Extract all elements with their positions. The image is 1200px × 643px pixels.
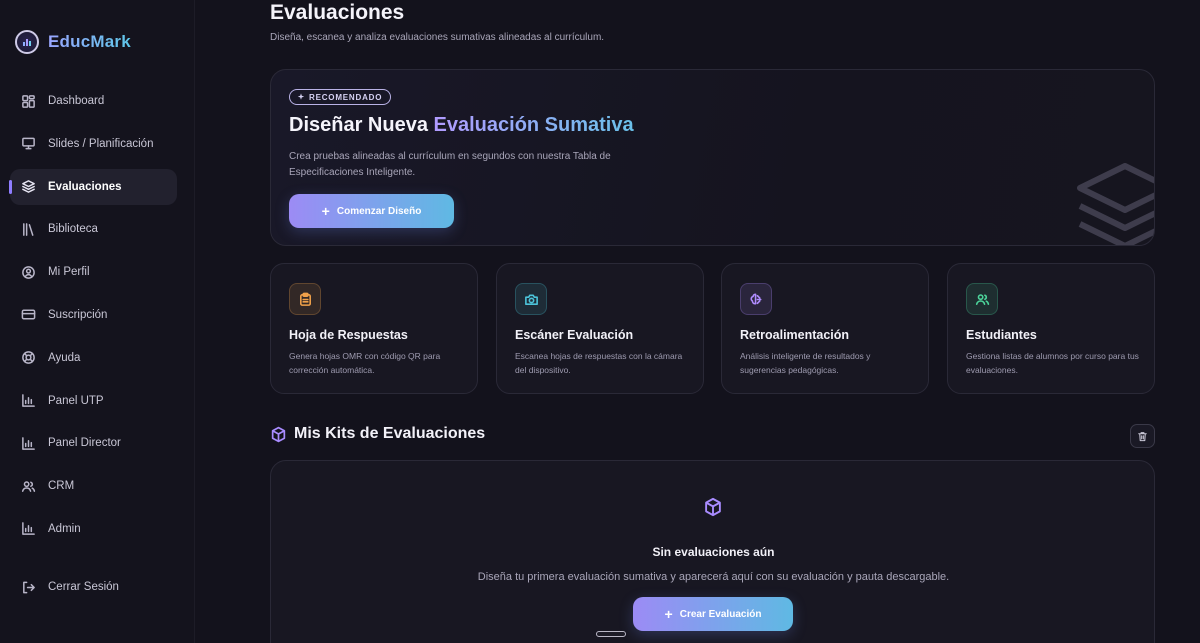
sidebar-item-ayuda[interactable]: Ayuda: [10, 340, 177, 376]
badge-label: RECOMENDADO: [309, 92, 383, 102]
recommended-badge: RECOMENDADO: [289, 89, 392, 105]
card-retroalimentacion[interactable]: Retroalimentación Análisis inteligente d…: [721, 263, 929, 394]
card-title: Estudiantes: [966, 328, 1037, 342]
card-description: Análisis inteligente de resultados y sug…: [740, 351, 871, 375]
camera-icon: [515, 283, 547, 315]
scroll-indicator[interactable]: [596, 631, 626, 637]
sidebar-item-label: Suscripción: [48, 308, 108, 321]
create-evaluation-button[interactable]: + Crear Evaluación: [633, 597, 793, 631]
logout-label: Cerrar Sesión: [48, 581, 119, 593]
feature-cards: Hoja de Respuestas Genera hojas OMR con …: [270, 263, 1155, 394]
sidebar-item-label: Dashboard: [48, 95, 105, 107]
hero-title: Diseñar Nueva Evaluación Sumativa: [289, 114, 634, 137]
package-icon: [705, 497, 721, 517]
brand-logo-icon: [15, 30, 39, 54]
delete-kits-button[interactable]: [1130, 424, 1155, 448]
sidebar-item-admin[interactable]: Admin: [10, 511, 177, 547]
sidebar: EducMark Dashboard Slides / Planificació…: [0, 0, 195, 643]
user-circle-icon: [21, 265, 36, 280]
card-description: Escanea hojas de respuestas con la cámar…: [515, 351, 683, 375]
sidebar-item-label: Panel Director: [48, 437, 121, 450]
sidebar-item-biblioteca[interactable]: Biblioteca: [10, 211, 177, 247]
users-icon: [966, 283, 998, 315]
sparkle-icon: [297, 93, 305, 100]
empty-state-title: Sin evaluaciones aún: [652, 545, 775, 559]
card-escaner-evaluacion[interactable]: Escáner Evaluación Escanea hojas de resp…: [496, 263, 704, 394]
clipboard-icon: [289, 283, 321, 315]
sidebar-nav: Dashboard Slides / Planificación Evaluac…: [9, 83, 177, 554]
logout-icon: [21, 580, 36, 595]
sidebar-item-panel-director[interactable]: Panel Director: [10, 425, 177, 461]
layers-decoration-icon: [1077, 163, 1154, 245]
start-design-button[interactable]: + Comenzar Diseño: [289, 194, 454, 228]
sidebar-item-suscripcion[interactable]: Suscripción: [10, 297, 177, 333]
hero-title-prefix: Diseñar Nueva: [289, 114, 428, 136]
hero-card: RECOMENDADO Diseñar Nueva Evaluación Sum…: [270, 69, 1155, 246]
brand-name: EducMark: [48, 32, 131, 51]
sidebar-item-label: Panel UTP: [48, 394, 104, 407]
page-subtitle: Diseña, escanea y analiza evaluaciones s…: [270, 32, 605, 43]
kits-title: Mis Kits de Evaluaciones: [294, 425, 486, 442]
lifebuoy-icon: [21, 350, 36, 365]
brand[interactable]: EducMark: [15, 30, 131, 54]
create-evaluation-label: Crear Evaluación: [679, 608, 762, 620]
layers-icon: [21, 179, 36, 194]
sidebar-item-label: Mi Perfil: [48, 266, 90, 279]
hero-description: Crea pruebas alineadas al currículum en …: [289, 151, 611, 178]
sidebar-item-label: Admin: [48, 522, 81, 535]
bar-chart-icon: [21, 436, 36, 451]
card-estudiantes[interactable]: Estudiantes Gestiona listas de alumnos p…: [947, 263, 1155, 394]
bar-chart-icon: [21, 521, 36, 536]
card-hoja-respuestas[interactable]: Hoja de Respuestas Genera hojas OMR con …: [270, 263, 478, 394]
sidebar-item-perfil[interactable]: Mi Perfil: [10, 254, 177, 290]
card-title: Escáner Evaluación: [515, 328, 634, 342]
sidebar-item-crm[interactable]: CRM: [10, 468, 177, 504]
users-icon: [21, 479, 36, 494]
hero-title-accent: Evaluación Sumativa: [433, 114, 634, 136]
credit-card-icon: [21, 307, 36, 322]
kits-header: Mis Kits de Evaluaciones: [270, 425, 485, 443]
card-title: Hoja de Respuestas: [289, 328, 408, 342]
brain-icon: [740, 283, 772, 315]
sidebar-item-label: Ayuda: [48, 351, 81, 364]
sidebar-item-label: Biblioteca: [48, 223, 98, 236]
logout-button[interactable]: Cerrar Sesión: [10, 569, 177, 605]
package-icon: [271, 426, 286, 442]
sidebar-item-dashboard[interactable]: Dashboard: [10, 83, 177, 119]
card-title: Retroalimentación: [740, 328, 850, 342]
library-icon: [21, 222, 36, 237]
sidebar-item-panel-utp[interactable]: Panel UTP: [10, 383, 177, 419]
plus-icon: +: [664, 606, 673, 622]
trash-icon: [1138, 431, 1147, 441]
card-description: Gestiona listas de alumnos por curso par…: [966, 351, 1139, 375]
sidebar-item-label: Evaluaciones: [48, 180, 122, 193]
sidebar-item-label: Slides / Planificación: [48, 137, 154, 150]
page-title: Evaluaciones: [270, 1, 405, 24]
sidebar-item-label: CRM: [48, 480, 75, 493]
start-design-label: Comenzar Diseño: [336, 205, 422, 217]
bar-chart-icon: [21, 393, 36, 408]
sidebar-item-slides[interactable]: Slides / Planificación: [10, 126, 177, 162]
sidebar-item-evaluaciones[interactable]: Evaluaciones: [9, 168, 177, 205]
presentation-icon: [21, 136, 36, 151]
empty-state-description: Diseña tu primera evaluación sumativa y …: [477, 571, 950, 583]
plus-icon: +: [321, 203, 330, 219]
logout-section: Cerrar Sesión: [10, 569, 177, 612]
card-description: Genera hojas OMR con código QR para corr…: [289, 351, 441, 375]
dashboard-icon: [21, 94, 36, 109]
kits-empty-panel: Sin evaluaciones aún Diseña tu primera e…: [270, 460, 1155, 643]
